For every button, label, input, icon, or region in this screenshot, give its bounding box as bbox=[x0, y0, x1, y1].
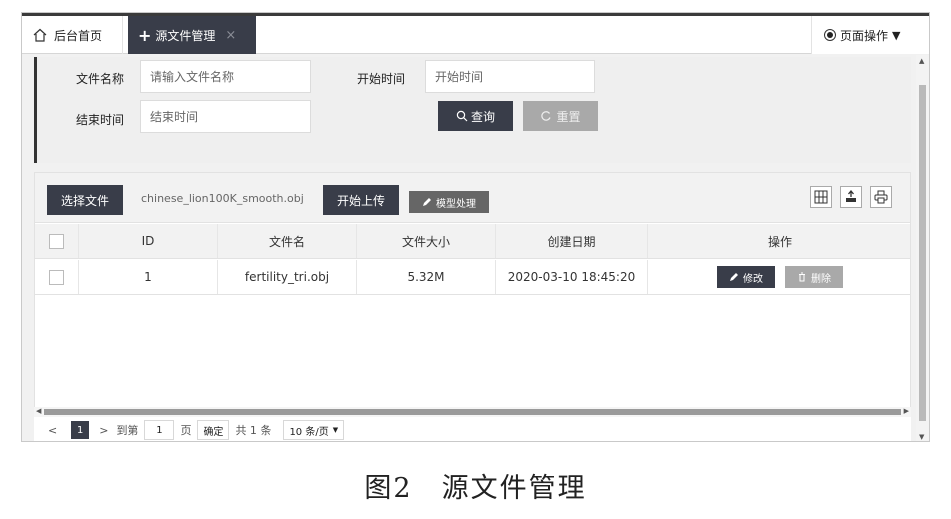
pencil-icon bbox=[423, 198, 431, 206]
query-label: 查询 bbox=[470, 109, 495, 124]
start-upload-button[interactable]: 开始上传 bbox=[323, 185, 399, 215]
delete-button[interactable]: 删除 bbox=[785, 266, 843, 288]
search-icon bbox=[456, 110, 468, 122]
page-operations-label: 页面操作 bbox=[840, 28, 889, 43]
search-panel: 文件名称 请输入文件名称 开始时间 开始时间 结束时间 结束时间 查询 重置 bbox=[34, 57, 911, 163]
tab-home-label: 后台首页 bbox=[54, 28, 103, 43]
horizontal-scroll-thumb[interactable] bbox=[44, 409, 901, 415]
home-icon bbox=[33, 28, 47, 42]
cell-actions: 修改 删除 bbox=[648, 260, 912, 294]
cell-filename: fertility_tri.obj bbox=[218, 260, 357, 294]
model-process-button[interactable]: 模型处理 bbox=[409, 191, 489, 213]
page-size-select[interactable]: 10 条/页 ▼ bbox=[283, 420, 345, 440]
tab-bar: 后台首页 + 源文件管理 × 页面操作 ▼ bbox=[22, 16, 929, 54]
close-icon[interactable]: × bbox=[225, 28, 236, 43]
row-checkbox[interactable] bbox=[49, 269, 64, 285]
header-filename[interactable]: 文件名 bbox=[218, 224, 357, 258]
export-icon[interactable] bbox=[840, 186, 862, 208]
end-time-placeholder: 结束时间 bbox=[150, 110, 199, 124]
goto-label: 到第 bbox=[116, 424, 139, 437]
scroll-left-icon[interactable]: ◀ bbox=[36, 407, 41, 415]
figure-caption: 图2 源文件管理 bbox=[364, 473, 587, 504]
radio-dot-icon bbox=[824, 29, 836, 41]
prev-page-button[interactable]: < bbox=[48, 424, 57, 437]
select-all-cell bbox=[35, 224, 79, 258]
end-time-input[interactable]: 结束时间 bbox=[140, 100, 311, 133]
pencil-icon bbox=[730, 273, 738, 281]
edit-button[interactable]: 修改 bbox=[717, 266, 775, 288]
start-time-label: 开始时间 bbox=[357, 72, 406, 86]
filename-input[interactable]: 请输入文件名称 bbox=[140, 60, 311, 93]
horizontal-scrollbar[interactable]: ◀ ▶ bbox=[34, 407, 911, 417]
header-actions: 操作 bbox=[767, 234, 792, 249]
header-created-date[interactable]: 创建日期 bbox=[496, 224, 648, 258]
next-page-button[interactable]: > bbox=[99, 424, 108, 437]
print-icon[interactable] bbox=[870, 186, 892, 208]
header-filesize[interactable]: 文件大小 bbox=[357, 224, 496, 258]
table-header: ID 文件名 文件大小 创建日期 操作 bbox=[35, 224, 910, 259]
scroll-up-icon[interactable]: ▲ bbox=[919, 57, 924, 65]
reset-label: 重置 bbox=[556, 109, 581, 124]
table-row: 1 fertility_tri.obj 5.32M 2020-03-10 18:… bbox=[35, 260, 910, 295]
reset-button[interactable]: 重置 bbox=[523, 101, 598, 131]
filename-label: 文件名称 bbox=[76, 72, 125, 86]
current-page[interactable]: 1 bbox=[71, 421, 90, 439]
end-time-label: 结束时间 bbox=[76, 113, 125, 127]
goto-page-input[interactable]: 1 bbox=[144, 420, 175, 440]
choose-file-button[interactable]: 选择文件 bbox=[47, 185, 123, 215]
vertical-scroll-thumb[interactable] bbox=[919, 85, 926, 421]
header-id[interactable]: ID bbox=[79, 224, 218, 258]
scroll-right-icon[interactable]: ▶ bbox=[904, 407, 909, 415]
refresh-icon bbox=[541, 111, 552, 121]
edit-label: 修改 bbox=[743, 273, 763, 285]
tab-source-files[interactable]: + 源文件管理 × bbox=[128, 16, 256, 54]
table-toolbar: 选择文件 chinese_lion100K_smooth.obj 开始上传 模型… bbox=[35, 173, 910, 223]
file-table-panel: 选择文件 chinese_lion100K_smooth.obj 开始上传 模型… bbox=[34, 172, 911, 408]
cell-created-date: 2020-03-10 18:45:20 bbox=[496, 260, 648, 294]
query-button[interactable]: 查询 bbox=[438, 101, 513, 131]
start-time-input[interactable]: 开始时间 bbox=[425, 60, 595, 93]
model-process-label: 模型处理 bbox=[436, 198, 476, 210]
tab-source-files-label: 源文件管理 bbox=[155, 28, 216, 43]
delete-label: 删除 bbox=[811, 273, 831, 285]
scroll-down-icon[interactable]: ▼ bbox=[919, 433, 924, 441]
cell-id: 1 bbox=[79, 260, 218, 294]
vertical-scrollbar[interactable]: ▲ ▼ bbox=[916, 55, 929, 441]
tab-home[interactable]: 后台首页 bbox=[22, 16, 123, 54]
page-size-label: 10 条/页 bbox=[289, 426, 329, 438]
confirm-button[interactable]: 确定 bbox=[197, 420, 230, 440]
selected-file-name: chinese_lion100K_smooth.obj bbox=[141, 192, 304, 205]
filename-placeholder: 请输入文件名称 bbox=[150, 70, 235, 84]
select-all-checkbox[interactable] bbox=[49, 233, 64, 249]
caret-down-icon: ▼ bbox=[332, 426, 339, 434]
caret-down-icon: ▼ bbox=[892, 28, 901, 42]
plus-icon: + bbox=[138, 25, 152, 45]
page-operations-menu[interactable]: 页面操作 ▼ bbox=[811, 16, 929, 54]
app-frame: 后台首页 + 源文件管理 × 页面操作 ▼ 文件名称 请输入文件名称 开始时间 … bbox=[21, 12, 930, 442]
pagination: < 1 > 到第 1 页 确定 共 1 条 10 条/页 ▼ bbox=[34, 417, 911, 441]
columns-filter-icon[interactable] bbox=[810, 186, 832, 208]
trash-icon bbox=[799, 272, 805, 282]
page-unit-label: 页 bbox=[180, 424, 192, 437]
cell-filesize: 5.32M bbox=[357, 260, 496, 294]
start-time-placeholder: 开始时间 bbox=[435, 70, 484, 84]
row-select-cell bbox=[35, 260, 79, 294]
total-count: 共 1 条 bbox=[235, 424, 272, 437]
